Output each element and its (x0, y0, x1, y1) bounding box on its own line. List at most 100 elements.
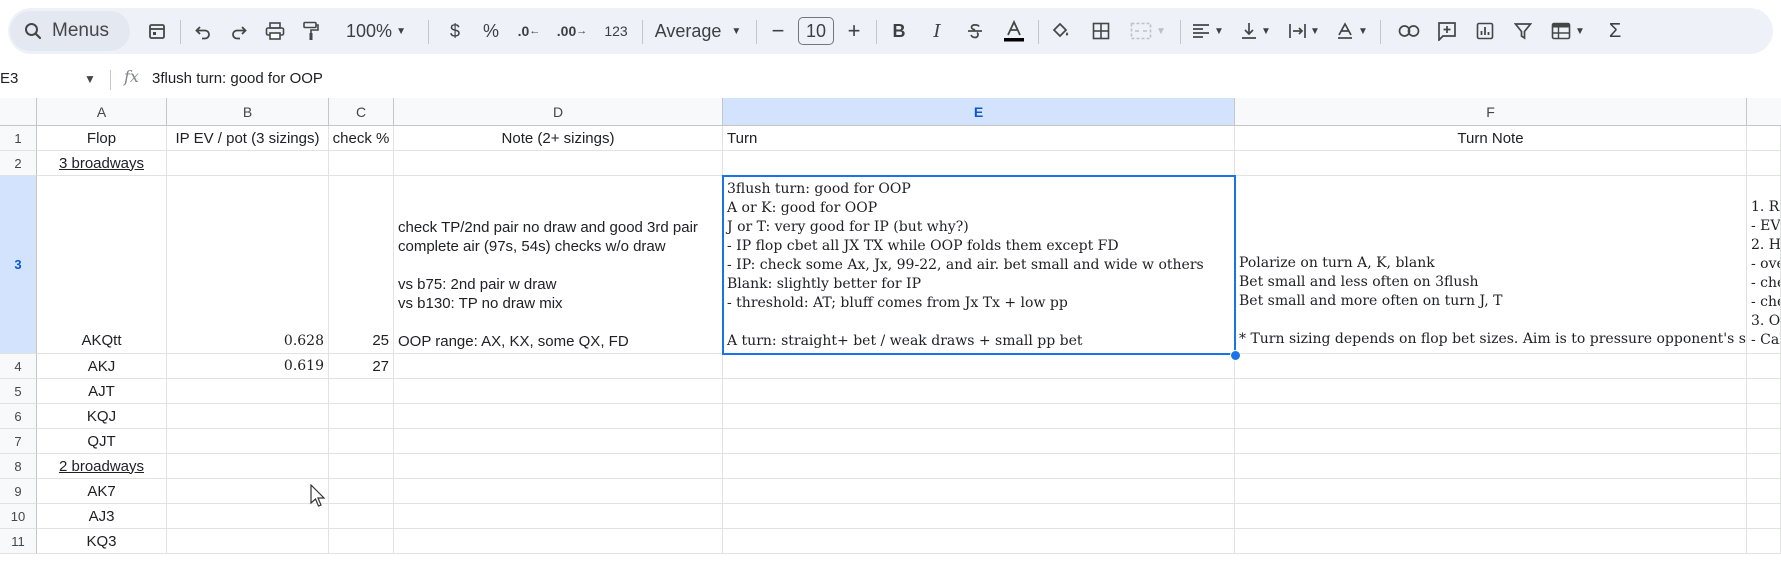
fill-handle[interactable] (1230, 350, 1241, 361)
row-header-2[interactable]: 2 (0, 151, 37, 176)
column-header-a[interactable]: A (37, 98, 167, 126)
cell-c7[interactable] (329, 429, 394, 454)
cell-d4[interactable] (394, 354, 723, 379)
row-header-5[interactable]: 5 (0, 379, 37, 404)
row-header-6[interactable]: 6 (0, 404, 37, 429)
create-filter-button[interactable] (1508, 8, 1538, 54)
cell-b7[interactable] (167, 429, 329, 454)
cell-d9[interactable] (394, 479, 723, 504)
cell-c6[interactable] (329, 404, 394, 429)
cell-a11[interactable]: KQ3 (37, 529, 167, 554)
cell-e10[interactable] (723, 504, 1235, 529)
column-header-c[interactable]: C (329, 98, 394, 126)
cell-c8[interactable] (329, 454, 394, 479)
redo-button[interactable] (224, 8, 254, 54)
cell-a7[interactable]: QJT (37, 429, 167, 454)
cell-a5[interactable]: AJT (37, 379, 167, 404)
text-wrapping-button[interactable]: ▼ (1284, 8, 1324, 54)
cell-c5[interactable] (329, 379, 394, 404)
cell-d8[interactable] (394, 454, 723, 479)
font-size-input[interactable]: 10 (796, 8, 836, 54)
cell-e8[interactable] (723, 454, 1235, 479)
row-header-8[interactable]: 8 (0, 454, 37, 479)
cell-c1[interactable]: check % (329, 126, 394, 151)
cell-e5[interactable] (723, 379, 1235, 404)
merge-cells-button[interactable]: ▼ (1126, 8, 1170, 54)
more-formats-button[interactable]: 123 (596, 8, 636, 54)
cell-a10[interactable]: AJ3 (37, 504, 167, 529)
cell-f4[interactable] (1235, 354, 1747, 379)
cell-b9[interactable] (167, 479, 329, 504)
cell-e9[interactable] (723, 479, 1235, 504)
paint-format-button[interactable] (296, 8, 326, 54)
row-header-3[interactable]: 3 (0, 176, 37, 354)
cell-c10[interactable] (329, 504, 394, 529)
cell-d1[interactable]: Note (2+ sizings) (394, 126, 723, 151)
cell-f10[interactable] (1235, 504, 1747, 529)
vertical-align-button[interactable]: ▼ (1236, 8, 1276, 54)
cell-a9[interactable]: AK7 (37, 479, 167, 504)
cell-g10[interactable] (1747, 504, 1781, 529)
cell-e2[interactable] (723, 151, 1235, 176)
cell-b3[interactable]: 0.628 (167, 176, 329, 354)
italic-button[interactable]: I (922, 8, 952, 54)
cell-e7[interactable] (723, 429, 1235, 454)
cell-e3[interactable]: 3flush turn: good for OOP A or K: good f… (723, 176, 1235, 354)
cell-d7[interactable] (394, 429, 723, 454)
cell-g3[interactable]: 1. Ra - EV 2. Ha - ove - che - che 3. Op… (1747, 176, 1781, 354)
decrease-decimal-button[interactable]: .0 ← (512, 8, 546, 54)
cell-c2[interactable] (329, 151, 394, 176)
cell-f1[interactable]: Turn Note (1235, 126, 1747, 151)
currency-format-button[interactable]: $ (440, 8, 470, 54)
column-header-g[interactable] (1747, 98, 1781, 126)
cell-a2[interactable]: 3 broadways (37, 151, 167, 176)
cell-g1[interactable] (1747, 126, 1781, 151)
cell-d6[interactable] (394, 404, 723, 429)
cell-c3[interactable]: 25 (329, 176, 394, 354)
borders-button[interactable] (1086, 8, 1116, 54)
column-header-d[interactable]: D (394, 98, 723, 126)
cell-b10[interactable] (167, 504, 329, 529)
menus-search-button[interactable]: Menus (10, 11, 130, 51)
insert-link-button[interactable] (1394, 8, 1424, 54)
decrease-font-size-button[interactable]: − (764, 8, 792, 54)
cell-g6[interactable] (1747, 404, 1781, 429)
cell-f6[interactable] (1235, 404, 1747, 429)
cell-g8[interactable] (1747, 454, 1781, 479)
cell-f7[interactable] (1235, 429, 1747, 454)
cell-f5[interactable] (1235, 379, 1747, 404)
zoom-select[interactable]: 100% ▼ (336, 8, 416, 54)
cell-c9[interactable] (329, 479, 394, 504)
functions-button[interactable]: Σ (1600, 8, 1630, 54)
cell-c11[interactable] (329, 529, 394, 554)
column-header-b[interactable]: B (167, 98, 329, 126)
strikethrough-button[interactable] (960, 8, 990, 54)
cell-a4[interactable]: AKJ (37, 354, 167, 379)
cell-f11[interactable] (1235, 529, 1747, 554)
row-header-1[interactable]: 1 (0, 126, 37, 151)
cell-d11[interactable] (394, 529, 723, 554)
cell-g11[interactable] (1747, 529, 1781, 554)
formula-input[interactable]: 3flush turn: good for OOP (152, 70, 323, 87)
text-rotation-button[interactable]: ▼ (1332, 8, 1372, 54)
cell-a8[interactable]: 2 broadways (37, 454, 167, 479)
cell-g9[interactable] (1747, 479, 1781, 504)
row-header-9[interactable]: 9 (0, 479, 37, 504)
cell-e4[interactable] (723, 354, 1235, 379)
function-select[interactable]: Average ▼ (650, 8, 746, 54)
horizontal-align-button[interactable]: ▼ (1188, 8, 1228, 54)
cell-b1[interactable]: IP EV / pot (3 sizings) (167, 126, 329, 151)
cell-e11[interactable] (723, 529, 1235, 554)
cell-d3[interactable]: check TP/2nd pair no draw and good 3rd p… (394, 176, 723, 354)
cell-f2[interactable] (1235, 151, 1747, 176)
percent-format-button[interactable]: % (476, 8, 506, 54)
cell-d10[interactable] (394, 504, 723, 529)
cell-f9[interactable] (1235, 479, 1747, 504)
select-all-corner[interactable] (0, 98, 37, 126)
cell-g7[interactable] (1747, 429, 1781, 454)
increase-decimal-button[interactable]: .00 → (552, 8, 592, 54)
cell-d5[interactable] (394, 379, 723, 404)
cell-b8[interactable] (167, 454, 329, 479)
cell-a6[interactable]: KQJ (37, 404, 167, 429)
cell-b6[interactable] (167, 404, 329, 429)
